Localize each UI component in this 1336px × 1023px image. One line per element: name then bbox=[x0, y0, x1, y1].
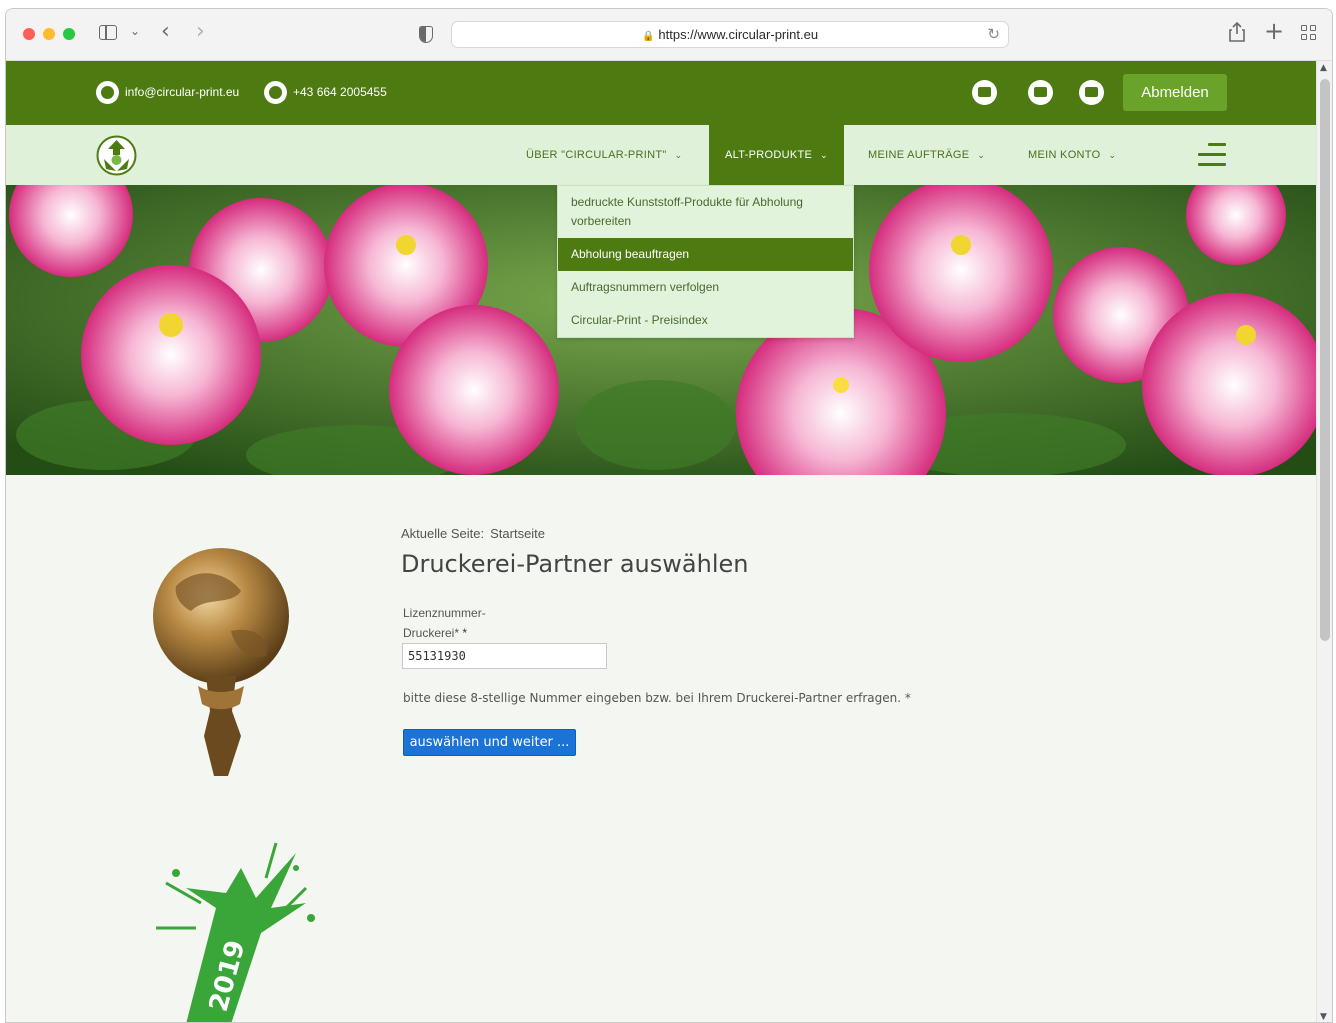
close-window-button[interactable] bbox=[23, 28, 35, 40]
lock-icon: 🔒 bbox=[641, 31, 655, 42]
circular-print-logo[interactable] bbox=[96, 135, 137, 176]
phone-icon bbox=[264, 81, 287, 104]
license-number-label: Lizenznummer- Druckerei* * bbox=[403, 606, 486, 640]
new-tab-icon[interactable]: + bbox=[1264, 17, 1284, 45]
chevron-down-icon: ⌄ bbox=[674, 150, 683, 160]
dropdown-item-order-pickup[interactable]: Abholung beauftragen bbox=[558, 238, 853, 271]
hamburger-menu-icon[interactable] bbox=[1198, 143, 1226, 167]
scroll-down-icon[interactable]: ▼ bbox=[1320, 1012, 1327, 1022]
reload-icon[interactable]: ↻ bbox=[987, 25, 1000, 43]
privacy-shield-icon[interactable] bbox=[419, 26, 433, 43]
license-number-hint: bitte diese 8-stellige Nummer eingeben b… bbox=[403, 691, 911, 705]
chevron-down-icon: ⌄ bbox=[820, 150, 828, 160]
mail-icon bbox=[96, 81, 119, 104]
nav-item-mein-konto[interactable]: MEIN KONTO ⌄ bbox=[1028, 125, 1116, 185]
dropdown-item-prepare-pickup[interactable]: bedruckte Kunststoff-Produkte für Abholu… bbox=[558, 186, 853, 238]
main-navigation: ÜBER "CIRCULAR-PRINT" ⌄ ALT-PRODUKTE ⌄ MEI… bbox=[6, 125, 1318, 185]
back-arrow-icon[interactable]: ‹ bbox=[161, 19, 170, 44]
contact-bar: info@circular-print.eu +43 664 2005455 A… bbox=[6, 61, 1318, 125]
nav-item-meine-auftraege[interactable]: MEINE AUFTRÄGE ⌄ bbox=[868, 125, 985, 185]
nav-item-about[interactable]: ÜBER "CIRCULAR-PRINT" ⌄ bbox=[526, 125, 682, 185]
scrollbar-thumb[interactable] bbox=[1320, 79, 1330, 641]
globe-trophy-image bbox=[153, 548, 289, 776]
chevron-down-icon[interactable]: ⌄ bbox=[130, 24, 140, 38]
chevron-down-icon: ⌄ bbox=[977, 150, 986, 160]
select-and-continue-button[interactable]: auswählen und weiter ... bbox=[403, 729, 576, 756]
dropdown-item-price-index[interactable]: Circular-Print - Preisindex bbox=[558, 304, 853, 337]
recycle-icon[interactable] bbox=[1079, 80, 1104, 105]
award-2019-image: 2019 bbox=[156, 842, 315, 1022]
contact-email[interactable]: info@circular-print.eu bbox=[125, 85, 239, 99]
scroll-up-icon[interactable]: ▲ bbox=[1320, 63, 1327, 73]
forward-arrow-icon[interactable]: › bbox=[196, 19, 205, 44]
nav-item-alt-produkte[interactable]: ALT-PRODUKTE ⌄ bbox=[709, 125, 844, 185]
url-text: https://www.circular-print.eu bbox=[658, 27, 819, 42]
page-title: Druckerei-Partner auswählen bbox=[401, 550, 749, 578]
alt-produkte-dropdown: bedruckte Kunststoff-Produkte für Abholu… bbox=[557, 185, 854, 338]
zoom-window-button[interactable] bbox=[63, 28, 75, 40]
breadcrumb: Aktuelle Seite: Startseite bbox=[401, 526, 545, 541]
vertical-scrollbar[interactable]: ▲ ▼ bbox=[1316, 61, 1332, 1022]
sidebar-toggle-icon[interactable] bbox=[99, 25, 117, 40]
contact-phone[interactable]: +43 664 2005455 bbox=[293, 85, 387, 99]
page-viewport: info@circular-print.eu +43 664 2005455 A… bbox=[6, 61, 1318, 1022]
truck-icon[interactable] bbox=[972, 80, 997, 105]
minimize-window-button[interactable] bbox=[43, 28, 55, 40]
browser-toolbar: ⌄ ‹ › 🔒 https://www.circular-print.eu ↻ + bbox=[6, 9, 1332, 61]
breadcrumb-current: Startseite bbox=[490, 526, 546, 541]
browser-window: ⌄ ‹ › 🔒 https://www.circular-print.eu ↻ +… bbox=[5, 8, 1333, 1023]
tab-overview-icon[interactable] bbox=[1301, 25, 1317, 41]
license-number-input[interactable] bbox=[402, 643, 607, 669]
share-icon[interactable] bbox=[1228, 21, 1246, 48]
printer-icon[interactable] bbox=[1028, 80, 1053, 105]
breadcrumb-label: Aktuelle Seite: bbox=[401, 526, 485, 541]
address-bar[interactable]: 🔒 https://www.circular-print.eu ↻ bbox=[451, 21, 1009, 48]
chevron-down-icon: ⌄ bbox=[1108, 150, 1117, 160]
dropdown-item-track-orders[interactable]: Auftragsnummern verfolgen bbox=[558, 271, 853, 304]
logout-button[interactable]: Abmelden bbox=[1123, 74, 1227, 111]
